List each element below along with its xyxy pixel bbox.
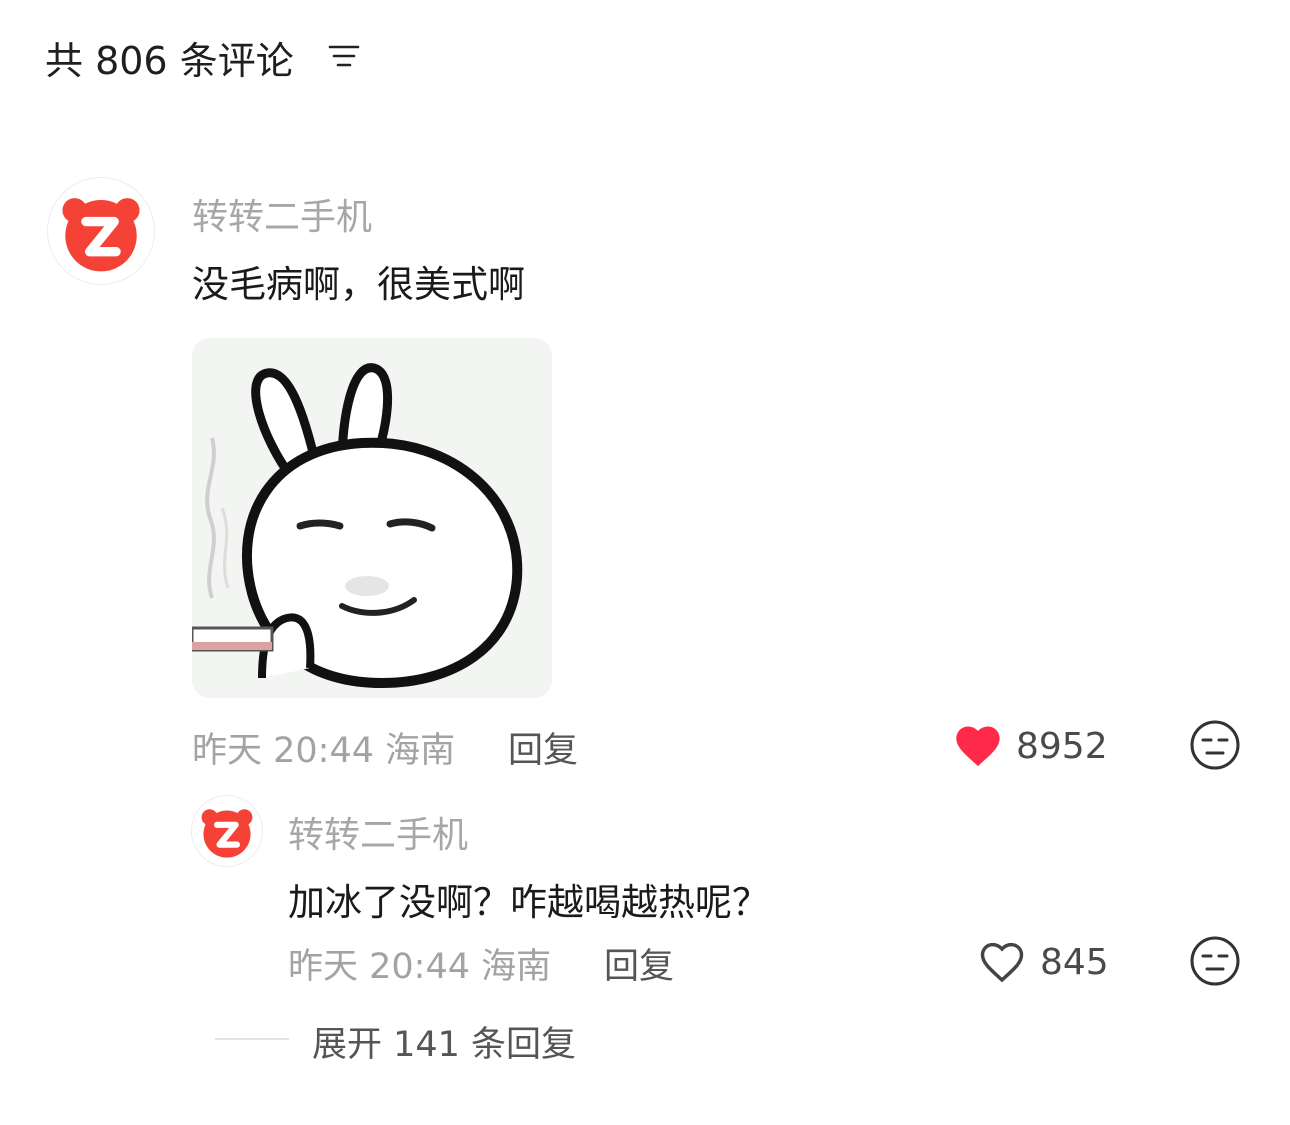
comment-sticker-image[interactable] (192, 338, 552, 698)
dislike-button[interactable] (1188, 718, 1242, 772)
expand-replies-button[interactable]: 展开 141 条回复 (312, 1016, 576, 1067)
avatar[interactable] (48, 178, 154, 284)
reply-button[interactable]: 回复 (508, 722, 578, 773)
filter-icon[interactable] (328, 40, 360, 72)
comment-text: 没毛病啊，很美式啊 (192, 263, 525, 306)
expand-divider (215, 1038, 289, 1040)
unamused-face-icon (1190, 720, 1240, 770)
reply-like-button[interactable] (976, 936, 1028, 988)
comments-count-title: 共 806 条评论 (45, 39, 294, 83)
heart-icon (980, 942, 1024, 983)
zhuanzhuan-logo-icon (201, 809, 253, 858)
reply-username[interactable]: 转转二手机 (288, 806, 468, 858)
like-button[interactable] (952, 720, 1004, 772)
reply-timestamp-location: 昨天 20:44 海南 (288, 947, 552, 987)
reply-text: 加冰了没啊？咋越喝越热呢？ (288, 881, 769, 924)
like-count: 8952 (1016, 726, 1108, 767)
zhuanzhuan-logo-icon (62, 198, 140, 272)
reply-reply-button[interactable]: 回复 (604, 938, 674, 989)
smoking-rabbit-sticker (192, 338, 552, 698)
comment-username[interactable]: 转转二手机 (192, 188, 372, 240)
reply-dislike-button[interactable] (1188, 934, 1242, 988)
heart-icon (956, 726, 1000, 767)
unamused-face-icon (1190, 936, 1240, 986)
reply-avatar[interactable] (192, 796, 262, 866)
reply-like-count: 845 (1040, 942, 1109, 983)
comment-timestamp-location: 昨天 20:44 海南 (192, 731, 456, 771)
